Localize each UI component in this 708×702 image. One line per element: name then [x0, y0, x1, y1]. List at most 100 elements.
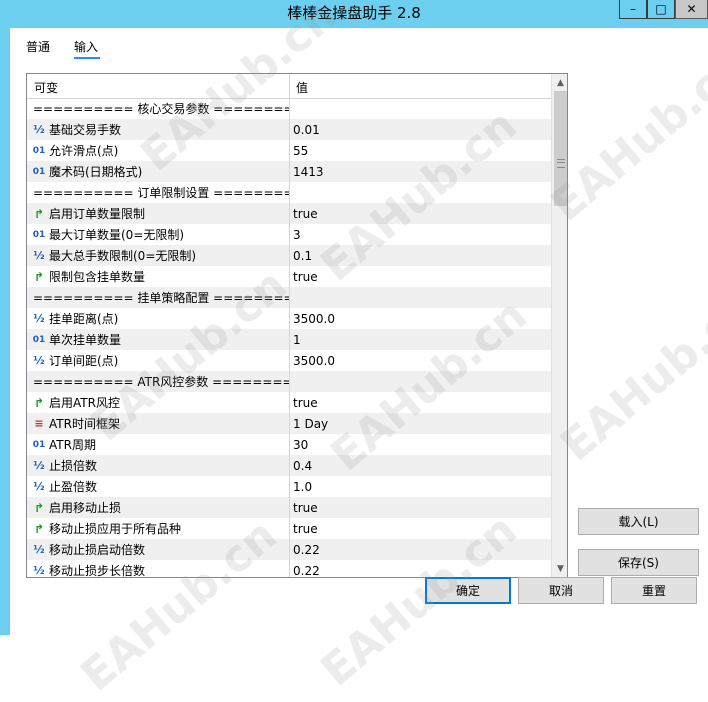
parameter-name-label: 移动止损应用于所有品种 [49, 522, 182, 536]
parameter-name-label: 订单间距(点) [49, 354, 119, 368]
parameter-row[interactable]: 01 单次挂单数量 1 [27, 329, 551, 350]
grid-rows: ========== 核心交易参数 ========== ½ 基础交易手数 0.01 0… [27, 98, 551, 578]
parameter-row[interactable]: ½ 基础交易手数 0.01 [27, 119, 551, 140]
dialog-client-area: 普通 输入 可变 值 ========== 核心交易参数 ========== ½… [10, 28, 708, 635]
parameter-value-cell[interactable] [290, 371, 551, 392]
parameter-value-cell[interactable]: true [290, 203, 551, 224]
parameter-value-cell[interactable]: 1 [290, 329, 551, 350]
section-row[interactable]: ========== 核心交易参数 ========== [27, 98, 551, 119]
parameter-name-label: ========== ATR风控参数 ========== [33, 375, 289, 389]
parameter-name-label: 允许滑点(点) [49, 144, 119, 158]
boolean-type-icon: ↱ [33, 206, 45, 221]
parameter-value-cell[interactable]: true [290, 392, 551, 413]
parameter-row[interactable]: ↱ 限制包含挂单数量 true [27, 266, 551, 287]
save-button[interactable]: 保存(S) [578, 549, 699, 576]
parameter-value-cell[interactable]: 30 [290, 434, 551, 455]
parameter-name-label: 挂单距离(点) [49, 312, 119, 326]
section-row[interactable]: ========== 订单限制设置 ========== [27, 182, 551, 203]
parameter-name-label: 基础交易手数 [49, 123, 122, 137]
parameter-row[interactable]: ½ 最大总手数限制(0=无限制) 0.1 [27, 245, 551, 266]
parameter-row[interactable]: ½ 移动止损启动倍数 0.22 [27, 539, 551, 560]
parameter-name-label: ========== 挂单策略配置 ========== [33, 291, 289, 305]
parameter-value-cell[interactable]: 0.01 [290, 119, 551, 140]
tab-common[interactable]: 普通 [26, 38, 50, 55]
integer-type-icon: 01 [32, 334, 46, 345]
parameter-name-cell: 01 单次挂单数量 [27, 329, 289, 350]
parameter-row[interactable]: ½ 移动止损步长倍数 0.22 [27, 560, 551, 578]
parameter-name-label: 最大订单数量(0=无限制) [49, 228, 185, 242]
maximize-button[interactable]: □ [647, 0, 675, 19]
parameter-value-cell[interactable] [290, 98, 551, 119]
parameter-row[interactable]: 01 允许滑点(点) 55 [27, 140, 551, 161]
parameter-value-cell[interactable]: 0.22 [290, 560, 551, 578]
parameter-value-cell[interactable]: 3500.0 [290, 350, 551, 371]
parameter-name-cell: ↱ 启用移动止损 [27, 497, 289, 518]
double-type-icon: ½ [33, 480, 45, 493]
parameter-row[interactable]: ↱ 启用移动止损 true [27, 497, 551, 518]
integer-type-icon: 01 [32, 439, 46, 450]
parameter-name-label: 移动止损启动倍数 [49, 543, 146, 557]
close-button[interactable]: ✕ [675, 0, 708, 19]
grid-header: 可变 值 [27, 74, 551, 99]
parameter-row[interactable]: ↱ 启用ATR风控 true [27, 392, 551, 413]
parameter-row[interactable]: ↱ 移动止损应用于所有品种 true [27, 518, 551, 539]
parameter-row[interactable]: 01 最大订单数量(0=无限制) 3 [27, 224, 551, 245]
parameter-value-cell[interactable]: true [290, 266, 551, 287]
parameter-name-label: 魔术码(日期格式) [49, 165, 143, 179]
parameter-name-cell: ↱ 限制包含挂单数量 [27, 266, 289, 287]
parameter-value-cell[interactable]: 1.0 [290, 476, 551, 497]
boolean-type-icon: ↱ [33, 500, 45, 515]
parameter-value-cell[interactable]: 55 [290, 140, 551, 161]
parameter-name-cell: ½ 订单间距(点) [27, 350, 289, 371]
parameter-row[interactable]: 01 魔术码(日期格式) 1413 [27, 161, 551, 182]
parameter-row[interactable]: 01 ATR周期 30 [27, 434, 551, 455]
double-type-icon: ½ [33, 459, 45, 472]
parameter-row[interactable]: ≡ ATR时间框架 1 Day [27, 413, 551, 434]
integer-type-icon: 01 [32, 229, 46, 240]
integer-type-icon: 01 [32, 166, 46, 177]
parameter-name-cell: ½ 止损倍数 [27, 455, 289, 476]
parameter-row[interactable]: ½ 止盈倍数 1.0 [27, 476, 551, 497]
minimize-button[interactable]: – [619, 0, 647, 19]
ok-button[interactable]: 确定 [425, 577, 511, 604]
parameter-name-cell: ↱ 启用ATR风控 [27, 392, 289, 413]
parameter-name-cell: 01 魔术码(日期格式) [27, 161, 289, 182]
parameter-value-cell[interactable]: 0.22 [290, 539, 551, 560]
window-frame: 棒棒金操盘助手 2.8 – □ ✕ 普通 输入 可变 值 ========== … [0, 0, 708, 635]
parameter-name-label: 启用ATR风控 [49, 396, 120, 410]
parameter-row[interactable]: ½ 止损倍数 0.4 [27, 455, 551, 476]
scroll-up-arrow-icon[interactable]: ▲ [552, 74, 567, 91]
parameter-value-cell[interactable]: 3 [290, 224, 551, 245]
column-divider[interactable] [289, 74, 290, 98]
section-row[interactable]: ========== 挂单策略配置 ========== [27, 287, 551, 308]
column-header-value[interactable]: 值 [296, 79, 308, 96]
column-header-variable[interactable]: 可变 [34, 79, 58, 96]
load-button[interactable]: 载入(L) [578, 508, 699, 535]
reset-button[interactable]: 重置 [611, 577, 697, 604]
parameter-value-cell[interactable]: 0.4 [290, 455, 551, 476]
parameter-value-cell[interactable]: 0.1 [290, 245, 551, 266]
title-bar[interactable]: 棒棒金操盘助手 2.8 – □ ✕ [0, 0, 708, 27]
parameter-value-cell[interactable]: 3500.0 [290, 308, 551, 329]
parameter-value-cell[interactable]: 1 Day [290, 413, 551, 434]
parameter-name-label: 移动止损步长倍数 [49, 564, 146, 578]
section-row[interactable]: ========== ATR风控参数 ========== [27, 371, 551, 392]
parameter-value-cell[interactable]: true [290, 497, 551, 518]
scrollbar-thumb[interactable] [554, 91, 567, 206]
double-type-icon: ½ [33, 543, 45, 556]
double-type-icon: ½ [33, 564, 45, 577]
inputs-grid: 可变 值 ========== 核心交易参数 ========== ½ 基础交易手数… [26, 73, 568, 578]
scroll-down-arrow-icon[interactable]: ▼ [552, 560, 567, 577]
parameter-name-label: 单次挂单数量 [49, 333, 122, 347]
parameter-value-cell[interactable] [290, 287, 551, 308]
vertical-scrollbar[interactable]: ▲ ▼ [551, 74, 567, 577]
parameter-name-cell: ½ 止盈倍数 [27, 476, 289, 497]
parameter-value-cell[interactable] [290, 182, 551, 203]
parameter-row[interactable]: ↱ 启用订单数量限制 true [27, 203, 551, 224]
parameter-row[interactable]: ½ 挂单距离(点) 3500.0 [27, 308, 551, 329]
parameter-row[interactable]: ½ 订单间距(点) 3500.0 [27, 350, 551, 371]
tab-inputs[interactable]: 输入 [74, 38, 98, 55]
parameter-value-cell[interactable]: true [290, 518, 551, 539]
parameter-value-cell[interactable]: 1413 [290, 161, 551, 182]
cancel-button[interactable]: 取消 [518, 577, 604, 604]
